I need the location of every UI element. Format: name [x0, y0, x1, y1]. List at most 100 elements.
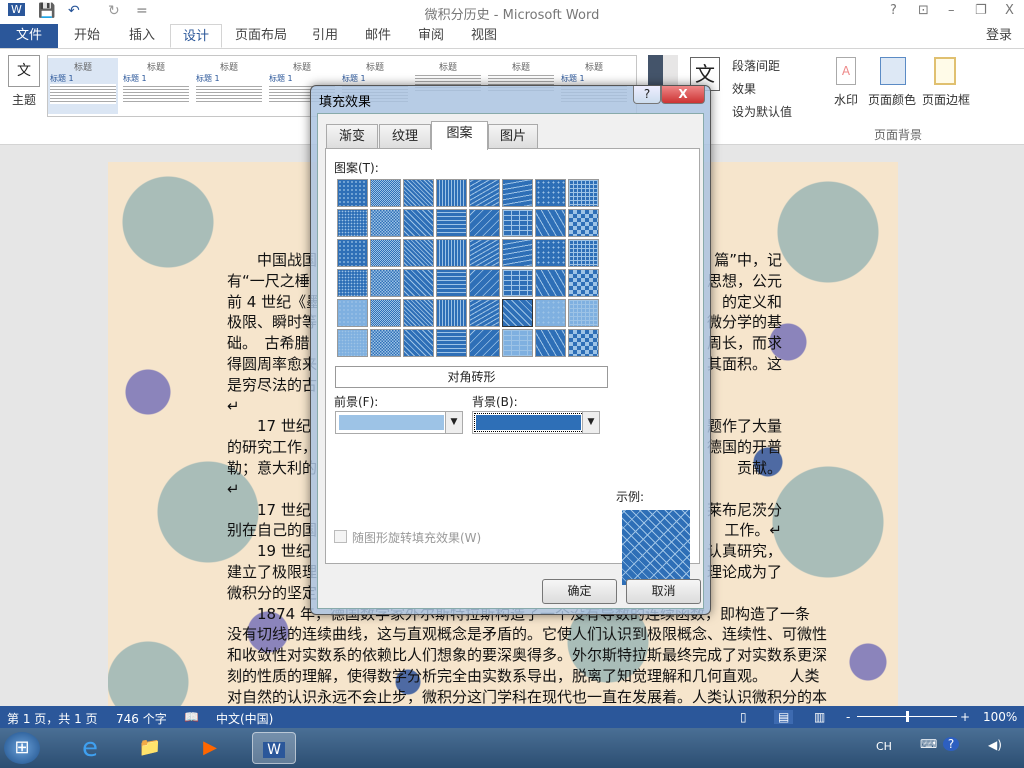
file-explorer-icon[interactable]: 📁	[128, 732, 172, 764]
pattern-swatch[interactable]	[501, 298, 534, 328]
style-set-item[interactable]: 标题 标题 1	[194, 58, 264, 114]
pattern-swatch[interactable]	[501, 178, 534, 208]
pattern-swatch[interactable]	[534, 178, 567, 208]
pattern-swatch[interactable]	[501, 238, 534, 268]
pattern-swatch[interactable]	[402, 268, 435, 298]
tab-insert[interactable]: 插入	[117, 24, 167, 48]
media-player-icon[interactable]: ▶	[188, 732, 232, 764]
pattern-swatch[interactable]	[435, 298, 468, 328]
tab-texture[interactable]: 纹理	[379, 124, 431, 149]
page-border-button[interactable]: 页面边框	[922, 91, 970, 108]
ime-indicator[interactable]: CH	[876, 740, 892, 753]
keyboard-icon[interactable]: ⌨	[920, 737, 937, 751]
read-mode-icon[interactable]: ▯	[740, 710, 747, 724]
web-layout-icon[interactable]: ▥	[814, 710, 825, 724]
maximize-button[interactable]: ❐	[975, 3, 987, 18]
zoom-out-button[interactable]: -	[846, 710, 850, 724]
pattern-swatch[interactable]	[435, 178, 468, 208]
pattern-swatch[interactable]	[534, 298, 567, 328]
ribbon-display-button[interactable]: ⊡	[918, 3, 929, 18]
pattern-swatch[interactable]	[402, 328, 435, 358]
pattern-swatch[interactable]	[567, 298, 600, 328]
tab-references[interactable]: 引用	[300, 24, 350, 48]
pattern-swatch[interactable]	[468, 268, 501, 298]
zoom-in-button[interactable]: +	[960, 710, 970, 724]
pattern-swatch[interactable]	[336, 238, 369, 268]
tab-picture[interactable]: 图片	[488, 124, 538, 149]
theme-button[interactable]: 主题	[12, 91, 36, 108]
pattern-swatch[interactable]	[369, 268, 402, 298]
pattern-swatch[interactable]	[468, 298, 501, 328]
tab-home[interactable]: 开始	[62, 24, 112, 48]
pattern-swatch[interactable]	[534, 208, 567, 238]
pattern-swatch[interactable]	[435, 268, 468, 298]
dialog-help-button[interactable]: ?	[633, 86, 661, 104]
close-button[interactable]: X	[1005, 3, 1014, 18]
login-link[interactable]: 登录	[986, 24, 1012, 48]
tab-file[interactable]: 文件	[0, 24, 58, 48]
cancel-button[interactable]: 取消	[626, 579, 701, 604]
pattern-swatch[interactable]	[336, 208, 369, 238]
help-button[interactable]: ?	[890, 3, 897, 18]
tab-page-layout[interactable]: 页面布局	[223, 24, 299, 48]
style-set-item[interactable]: 标题 标题 1	[48, 58, 118, 114]
page-count[interactable]: 第 1 页，共 1 页	[7, 710, 98, 727]
pattern-swatch[interactable]	[468, 208, 501, 238]
start-button[interactable]: ⊞	[4, 732, 40, 764]
pattern-swatch[interactable]	[369, 298, 402, 328]
tab-gradient[interactable]: 渐变	[326, 124, 378, 149]
volume-icon[interactable]: ◀)	[988, 738, 1002, 752]
pattern-swatch[interactable]	[501, 268, 534, 298]
zoom-level[interactable]: 100%	[983, 710, 1017, 724]
page-color-button[interactable]: 页面颜色	[868, 91, 916, 108]
pattern-swatch[interactable]	[336, 298, 369, 328]
pattern-swatch[interactable]	[468, 238, 501, 268]
effects-button[interactable]: 效果	[732, 80, 756, 97]
pattern-swatch[interactable]	[369, 178, 402, 208]
pattern-swatch[interactable]	[534, 238, 567, 268]
pattern-swatch[interactable]	[468, 178, 501, 208]
pattern-swatch[interactable]	[336, 178, 369, 208]
pattern-swatch[interactable]	[534, 328, 567, 358]
ok-button[interactable]: 确定	[542, 579, 617, 604]
pattern-swatch[interactable]	[369, 238, 402, 268]
tab-view[interactable]: 视图	[459, 24, 509, 48]
pattern-swatch[interactable]	[567, 178, 600, 208]
pattern-swatch[interactable]	[369, 328, 402, 358]
word-taskbar-button[interactable]: W	[252, 732, 296, 764]
minimize-button[interactable]: –	[948, 3, 955, 18]
tab-design[interactable]: 设计	[170, 24, 223, 48]
word-count[interactable]: 746 个字	[116, 710, 167, 727]
paragraph-spacing-button[interactable]: 段落间距	[732, 57, 780, 74]
watermark-button[interactable]: 水印	[834, 91, 858, 108]
tab-pattern[interactable]: 图案	[431, 121, 488, 150]
dialog-close-button[interactable]: X	[661, 86, 705, 104]
pattern-swatch[interactable]	[567, 268, 600, 298]
pattern-swatch[interactable]	[402, 208, 435, 238]
pattern-swatch[interactable]	[567, 328, 600, 358]
pattern-swatch[interactable]	[402, 298, 435, 328]
pattern-swatch[interactable]	[336, 268, 369, 298]
pattern-swatch[interactable]	[567, 238, 600, 268]
pattern-swatch[interactable]	[468, 328, 501, 358]
internet-explorer-icon[interactable]: e	[68, 732, 112, 764]
pattern-swatch[interactable]	[336, 328, 369, 358]
pattern-swatch[interactable]	[567, 208, 600, 238]
pattern-swatch[interactable]	[402, 238, 435, 268]
zoom-slider-thumb[interactable]	[906, 711, 909, 722]
background-color-dropdown[interactable]: ▼	[472, 411, 600, 434]
proofing-icon[interactable]: 📖	[184, 710, 199, 724]
pattern-swatch[interactable]	[501, 328, 534, 358]
tab-mailings[interactable]: 邮件	[353, 24, 403, 48]
rotate-fill-checkbox[interactable]	[334, 530, 347, 543]
pattern-swatch[interactable]	[435, 208, 468, 238]
help-tray-icon[interactable]: ?	[943, 737, 959, 751]
language[interactable]: 中文(中国)	[216, 710, 273, 727]
pattern-swatch[interactable]	[534, 268, 567, 298]
tab-review[interactable]: 审阅	[406, 24, 456, 48]
pattern-swatch[interactable]	[501, 208, 534, 238]
set-default-button[interactable]: 设为默认值	[732, 103, 792, 120]
foreground-color-dropdown[interactable]: ▼	[335, 411, 463, 434]
style-set-item[interactable]: 标题 标题 1	[121, 58, 191, 114]
pattern-swatch[interactable]	[435, 238, 468, 268]
